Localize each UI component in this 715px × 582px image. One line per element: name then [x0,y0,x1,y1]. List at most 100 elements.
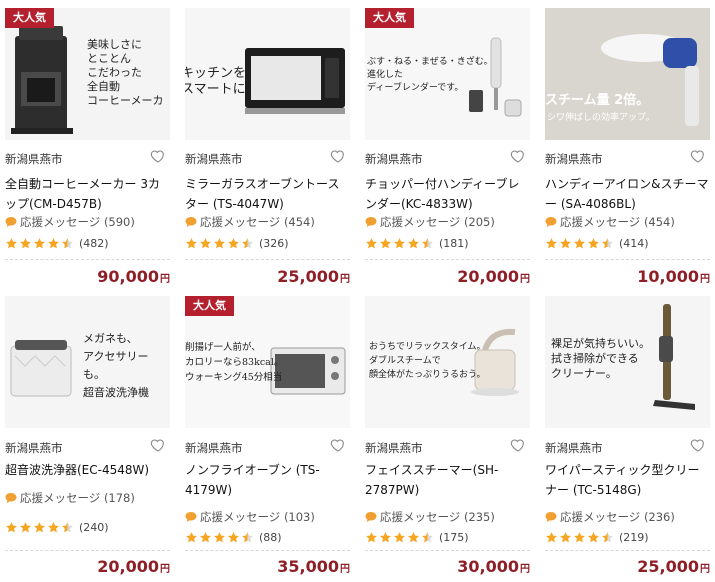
product-card[interactable]: メガネも、 アクセサリーも。 超音波洗浄機 新潟県燕市 超音波洗浄器(EC-45… [5,290,177,580]
support-message-label: 応援メッセージ [200,215,281,229]
price-row: 25,000円 [277,267,350,286]
rating-row: (414) [545,235,649,251]
support-message-row[interactable]: 応援メッセージ (590) [5,214,135,230]
product-title[interactable]: ミラーガラスオーブントースター (TS-4047W) [185,174,350,214]
star-icon [546,237,557,248]
speech-bubble-icon [5,493,17,503]
rating-row: (181) [365,235,469,251]
region-row: 新潟県燕市 [185,148,350,166]
star-icon [588,531,599,542]
heart-icon[interactable] [150,437,166,453]
support-message-row[interactable]: 応援メッセージ (178) [5,490,135,506]
region-row: 新潟県燕市 [5,148,170,166]
half-star-icon [242,237,253,248]
product-card[interactable]: 裸足が気持ちいい。 拭き掃除ができる クリーナー。 新潟県燕市 ワイパースティッ… [545,290,715,580]
region-row: 新潟県燕市 [185,437,350,455]
price-row: 20,000円 [97,557,170,576]
product-image[interactable]: 大人気 ぶす・ねる・まぜる・きざむ。 進化した ディーブレンダーです。 [365,8,530,140]
star-rating [5,237,75,250]
support-message-count: (205) [463,215,495,229]
support-message-row[interactable]: 応援メッセージ (103) [185,509,315,525]
review-count: (326) [259,236,289,250]
star-icon [588,237,599,248]
star-icon [186,237,197,248]
half-star-icon [62,521,73,532]
product-title[interactable]: 全自動コーヒーメーカー 3カップ(CM-D457B) [5,174,170,214]
speech-bubble-icon [365,512,377,522]
product-image[interactable]: 大人気 削揚げ一人前が、 カロリーなら83kcal。 ウォーキング45分相当 [185,296,350,428]
price-row: 90,000円 [97,267,170,286]
star-icon [560,531,571,542]
support-message-count: (103) [283,510,315,524]
product-image[interactable]: スチーム量 2倍。 シワ伸ばしの効率アップ。 [545,8,710,140]
star-icon [394,237,405,248]
support-message-row[interactable]: 応援メッセージ (236) [545,509,675,525]
support-message-label: 応援メッセージ [380,510,461,524]
product-card[interactable]: 大人気 削揚げ一人前が、 カロリーなら83kcal。 ウォーキング45分相当 新… [185,290,357,580]
star-icon [214,237,225,248]
half-star-icon [602,531,613,542]
product-catchphrase: メガネも、 アクセサリーも。 超音波洗浄機 [83,332,149,399]
region-row: 新潟県燕市 [365,148,530,166]
heart-icon[interactable] [510,437,526,453]
product-title[interactable]: 超音波洗浄器(EC-4548W) [5,460,170,480]
heart-icon[interactable] [330,148,346,164]
product-catchphrase: ぶす・ねる・まぜる・きざむ。 進化した ディーブレンダーです。 [367,57,493,93]
star-icon [560,237,571,248]
half-star-icon [422,531,433,542]
support-message-row[interactable]: 応援メッセージ (205) [365,214,495,230]
star-icon [200,531,211,542]
region-label: 新潟県燕市 [5,441,63,455]
half-star-icon [242,531,253,542]
product-image[interactable]: 裸足が気持ちいい。 拭き掃除ができる クリーナー。 [545,296,710,428]
support-message-row[interactable]: 応援メッセージ (454) [545,214,675,230]
support-message-row[interactable]: 応援メッセージ (235) [365,509,495,525]
support-message-count: (178) [103,491,135,505]
product-title[interactable]: フェイススチーマー(SH-2787PW) [365,460,530,500]
divider [545,550,710,551]
review-count: (414) [619,236,649,250]
product-image[interactable]: キッチンを スマートに。 [185,8,350,140]
heart-icon[interactable] [510,148,526,164]
region-row: 新潟県燕市 [5,437,170,455]
support-message-count: (235) [463,510,495,524]
product-card[interactable]: スチーム量 2倍。 シワ伸ばしの効率アップ。 新潟県燕市 ハンディーアイロン&ス… [545,0,715,290]
product-title[interactable]: ハンディーアイロン&スチーマー (SA-4086BL) [545,174,710,214]
speech-bubble-icon [545,217,557,227]
heart-icon[interactable] [150,148,166,164]
price-row: 25,000円 [637,557,710,576]
product-image[interactable]: メガネも、 アクセサリーも。 超音波洗浄機 [5,296,170,428]
rating-row: (326) [185,235,289,251]
region-label: 新潟県燕市 [545,152,603,166]
rating-row: (219) [545,529,649,545]
region-label: 新潟県燕市 [545,441,603,455]
product-image[interactable]: おうちでリラックスタイム。 ダブルスチームで 顔全体がたっぷりうるおう。 [365,296,530,428]
heart-icon[interactable] [330,437,346,453]
product-catchphrase: キッチンを スマートに。 [185,66,259,97]
product-subcopy: シワ伸ばしの効率アップ。 [547,113,655,123]
popular-badge: 大人気 [365,8,414,28]
star-icon [546,531,557,542]
product-card[interactable]: おうちでリラックスタイム。 ダブルスチームで 顔全体がたっぷりうるおう。 新潟県… [365,290,537,580]
product-title[interactable]: チョッパー付ハンディーブレンダー(KC-4833W) [365,174,530,214]
yen-unit: 円 [700,564,710,575]
star-icon [6,521,17,532]
product-title[interactable]: ワイパースティック型クリーナー (TC-5148G) [545,460,710,500]
product-title[interactable]: ノンフライオーブン (TS-4179W) [185,460,350,500]
product-card[interactable]: キッチンを スマートに。 新潟県燕市 ミラーガラスオーブントースター (TS-4… [185,0,357,290]
speech-bubble-icon [185,512,197,522]
product-image[interactable]: 大人気 美味しさに とことん こだわった 全自動 コーヒーメーカ [5,8,170,140]
star-rating [185,237,255,250]
support-message-row[interactable]: 応援メッセージ (454) [185,214,315,230]
rating-row: (88) [185,529,282,545]
review-count: (219) [619,530,649,544]
half-star-icon [422,237,433,248]
support-message-label: 応援メッセージ [20,491,101,505]
rating-row: (240) [5,519,109,535]
heart-icon[interactable] [690,148,706,164]
price-row: 35,000円 [277,557,350,576]
region-label: 新潟県燕市 [365,152,423,166]
heart-icon[interactable] [690,437,706,453]
product-card[interactable]: 大人気 美味しさに とことん こだわった 全自動 コーヒーメーカ 新潟県燕市 全… [5,0,177,290]
product-card[interactable]: 大人気 ぶす・ねる・まぜる・きざむ。 進化した ディーブレンダーです。 新潟県燕… [365,0,537,290]
